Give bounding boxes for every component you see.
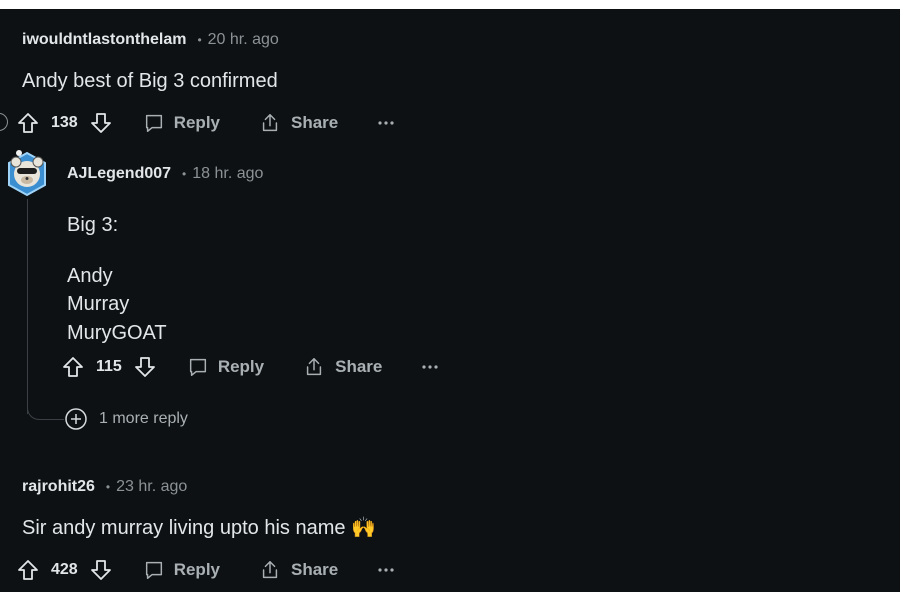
comment-username[interactable]: AJLegend007 [67,165,171,183]
comment-header: rajrohit26 • 23 hr. ago [22,478,187,496]
comment-body-line: MuryGOAT [67,322,167,344]
comment-bubble-icon [143,112,165,134]
share-icon [259,112,281,134]
comment-header: AJLegend007 • 18 hr. ago [67,165,263,183]
comment-body-line: Murray [67,293,130,315]
comment-timestamp[interactable]: 23 hr. ago [116,478,187,496]
reply-label: Reply [173,113,220,132]
comment-body: Sir andy murray living upto his name 🙌 [22,517,376,539]
comment-header: iwouldntlastonthelam • 20 hr. ago [22,31,279,49]
thread-curve [27,399,64,420]
share-button[interactable]: Share [303,356,382,378]
reply-button[interactable]: Reply [143,112,220,134]
downvote-icon[interactable] [89,111,113,135]
meta-separator: • [182,167,187,181]
share-icon [303,356,325,378]
comment-timestamp[interactable]: 20 hr. ago [208,31,279,49]
share-button[interactable]: Share [259,559,338,581]
comment-username[interactable]: iwouldntlastonthelam [22,31,186,49]
more-options-icon[interactable] [378,120,394,126]
share-icon [259,559,281,581]
share-label: Share [291,560,339,579]
comment-actions: 428 Reply Share [16,555,394,585]
reply-label: Reply [173,560,220,579]
comment-bubble-icon [143,559,165,581]
collapse-icon[interactable] [0,113,8,131]
comment-body: Andy best of Big 3 confirmed [22,70,278,92]
upvote-icon[interactable] [16,111,40,135]
share-label: Share [335,357,383,376]
comment-timestamp[interactable]: 18 hr. ago [192,165,263,183]
comment-thread: iwouldntlastonthelam • 20 hr. ago Andy b… [0,9,900,592]
vote-count: 428 [51,561,78,578]
reply-button[interactable]: Reply [143,559,220,581]
comment-actions: 138 Reply Share [16,108,394,138]
downvote-icon[interactable] [89,558,113,582]
comment-actions: 115 Reply Share [61,352,438,382]
vote-count: 138 [51,114,78,131]
upvote-icon[interactable] [16,558,40,582]
more-options-icon[interactable] [378,567,394,573]
share-button[interactable]: Share [259,112,338,134]
comment-bubble-icon [187,356,209,378]
more-options-icon[interactable] [422,364,438,370]
avatar[interactable] [5,149,49,197]
expand-plus-icon [64,407,88,431]
reply-button[interactable]: Reply [187,356,264,378]
share-label: Share [291,113,339,132]
vote-count: 115 [96,358,122,375]
downvote-icon[interactable] [133,355,157,379]
more-replies-button[interactable]: 1 more reply [64,407,188,431]
reply-label: Reply [217,357,265,376]
thread-line[interactable] [27,199,28,414]
comment-body-line: Big 3: [67,214,119,236]
meta-separator: • [197,33,202,47]
comment-body-line: Andy [67,265,113,287]
upvote-icon[interactable] [61,355,85,379]
more-replies-label: 1 more reply [99,410,188,427]
meta-separator: • [105,480,111,494]
comment-username[interactable]: rajrohit26 [22,478,95,496]
